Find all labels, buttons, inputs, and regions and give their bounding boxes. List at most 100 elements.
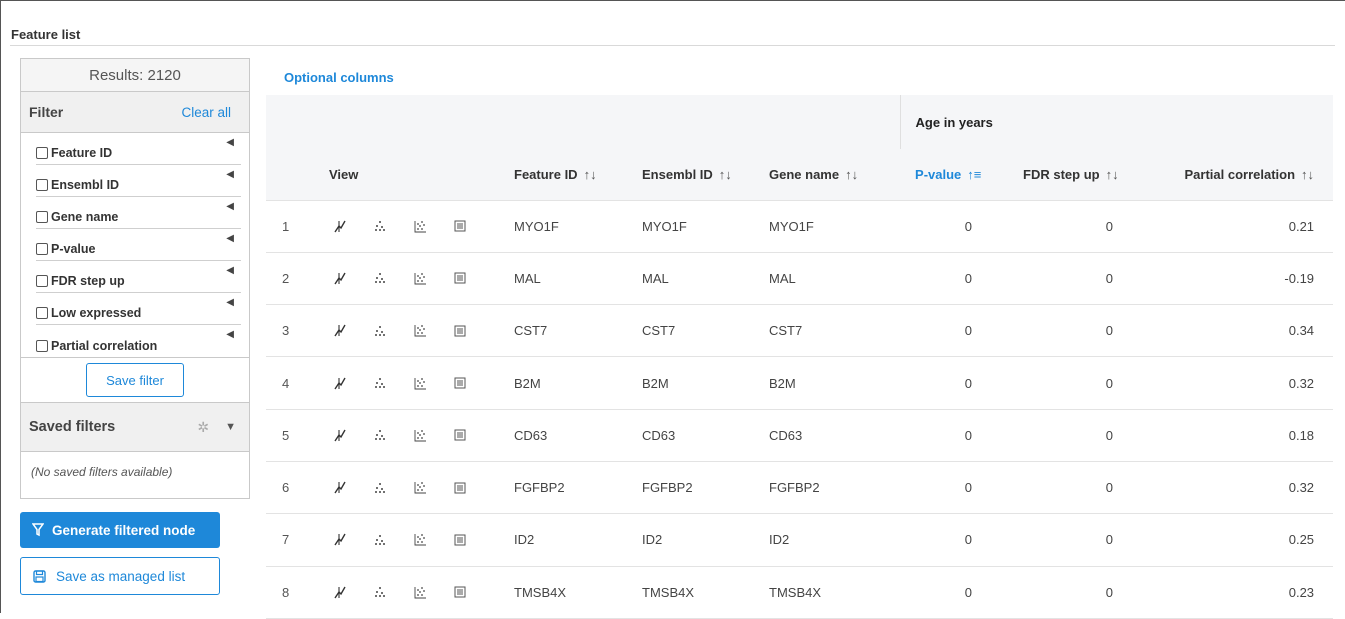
dot-plot-icon[interactable] [334, 429, 374, 442]
dot-plot-icon[interactable] [334, 377, 374, 390]
scatter-plot-icon[interactable] [374, 534, 414, 546]
chevron-left-icon[interactable]: ◀ [226, 137, 241, 148]
dot-plot-icon[interactable] [334, 586, 374, 599]
volcano-plot-icon[interactable] [414, 377, 454, 390]
cell-fdr: 0 [1014, 409, 1146, 462]
scatter-plot-icon[interactable] [374, 482, 414, 494]
table-row[interactable]: 7 ID2 ID2 ID2 0 0 0.25 [266, 513, 1334, 567]
filter-item-label[interactable]: P-value [36, 229, 95, 260]
scatter-plot-icon[interactable] [374, 272, 414, 284]
filter-checkbox[interactable] [36, 243, 48, 255]
generate-filtered-node-button[interactable]: Generate filtered node [20, 512, 220, 548]
volcano-plot-icon[interactable] [414, 272, 454, 285]
dot-plot-icon[interactable] [334, 481, 374, 494]
dot-plot-icon[interactable] [334, 324, 374, 337]
sort-icon[interactable]: ↑↓ [584, 167, 597, 182]
scatter-plot-icon[interactable] [374, 220, 414, 232]
chevron-left-icon[interactable]: ◀ [226, 233, 241, 244]
volcano-plot-icon[interactable] [414, 481, 454, 494]
filter-checkbox[interactable] [36, 340, 48, 352]
chevron-left-icon[interactable]: ◀ [226, 201, 241, 212]
filter-item-label[interactable]: Partial correlation [36, 325, 157, 357]
row-view-icons [313, 200, 504, 253]
chevron-down-icon[interactable]: ▼ [225, 421, 236, 433]
filter-item[interactable]: Gene name ◀ [36, 197, 241, 229]
save-filter-button[interactable]: Save filter [86, 363, 184, 397]
dot-plot-icon[interactable] [334, 272, 374, 285]
filter-item[interactable]: Partial correlation ◀ [36, 325, 241, 357]
scatter-plot-icon[interactable] [374, 429, 414, 441]
details-list-icon[interactable] [454, 272, 494, 284]
sort-icon[interactable]: ↑↓ [719, 167, 732, 182]
chevron-left-icon[interactable]: ◀ [226, 169, 241, 180]
scatter-plot-icon[interactable] [374, 325, 414, 337]
optional-columns-link[interactable]: Optional columns [284, 70, 394, 85]
table-row[interactable]: 6 FGFBP2 FGFBP2 FGFBP2 0 0 0.32 [266, 461, 1334, 515]
details-list-icon[interactable] [454, 534, 494, 546]
table-row[interactable]: 3 CST7 CST7 CST7 0 0 0.34 [266, 304, 1334, 358]
column-header-pvalue[interactable]: P-value ↑≡ [900, 149, 1015, 201]
sort-ascending-icon[interactable]: ↑≡ [967, 167, 981, 182]
filter-item-label[interactable]: Gene name [36, 197, 118, 228]
row-index: 7 [266, 513, 313, 567]
dot-plot-icon[interactable] [334, 220, 374, 233]
gear-icon[interactable]: ✲ [197, 419, 209, 436]
clear-all-link[interactable]: Clear all [181, 105, 231, 120]
sort-icon[interactable]: ↑↓ [845, 167, 858, 182]
saved-filters-header[interactable]: Saved filters ✲ ▼ [21, 403, 249, 452]
details-list-icon[interactable] [454, 586, 494, 598]
scatter-plot-icon[interactable] [374, 377, 414, 389]
sort-icon[interactable]: ↑↓ [1106, 167, 1119, 182]
volcano-plot-icon[interactable] [414, 429, 454, 442]
row-index: 5 [266, 409, 313, 462]
column-header-feature-id[interactable]: Feature ID ↑↓ [504, 149, 632, 201]
filter-item-text: Partial correlation [51, 339, 158, 353]
cell-fdr: 0 [1014, 252, 1146, 306]
chevron-left-icon[interactable]: ◀ [226, 329, 241, 340]
filter-item-text: Gene name [51, 210, 119, 224]
column-header-partial-correlation[interactable]: Partial correlation ↑↓ [1145, 149, 1334, 201]
row-index: 6 [266, 461, 313, 515]
details-list-icon[interactable] [454, 220, 494, 232]
column-header-ensembl-id[interactable]: Ensembl ID ↑↓ [632, 149, 759, 201]
cell-fdr: 0 [1014, 566, 1146, 619]
table-row[interactable]: 8 TMSB4X TMSB4X TMSB4X 0 0 0.23 [266, 566, 1334, 619]
sort-icon[interactable]: ↑↓ [1301, 167, 1314, 182]
save-managed-list-button[interactable]: Save as managed list [20, 557, 220, 595]
filter-item-label[interactable]: Ensembl ID [36, 165, 119, 196]
scatter-plot-icon[interactable] [374, 586, 414, 598]
filter-item[interactable]: FDR step up ◀ [36, 261, 241, 293]
table-row[interactable]: 2 MAL MAL MAL 0 0 -0.19 [266, 252, 1334, 306]
group-header-age: Age in years [899, 95, 1334, 149]
details-list-icon[interactable] [454, 325, 494, 337]
volcano-plot-icon[interactable] [414, 324, 454, 337]
chevron-left-icon[interactable]: ◀ [226, 297, 241, 308]
table-row[interactable]: 1 MYO1F MYO1F MYO1F 0 0 0.21 [266, 200, 1334, 253]
column-header-partial-correlation-label: Partial correlation [1184, 166, 1296, 182]
filter-item-label[interactable]: Low expressed [36, 293, 141, 324]
details-list-icon[interactable] [454, 429, 494, 441]
row-index: 2 [266, 252, 313, 306]
filter-checkbox[interactable] [36, 147, 48, 159]
column-header-fdr[interactable]: FDR step up ↑↓ [1014, 149, 1146, 201]
filter-item-label[interactable]: FDR step up [36, 261, 125, 292]
filter-item[interactable]: Ensembl ID ◀ [36, 165, 241, 197]
filter-item-label[interactable]: Feature ID [36, 133, 112, 164]
filter-item[interactable]: Low expressed ◀ [36, 293, 241, 325]
filter-checkbox[interactable] [36, 275, 48, 287]
details-list-icon[interactable] [454, 377, 494, 389]
volcano-plot-icon[interactable] [414, 533, 454, 546]
filter-item[interactable]: P-value ◀ [36, 229, 241, 261]
volcano-plot-icon[interactable] [414, 586, 454, 599]
filter-checkbox[interactable] [36, 307, 48, 319]
table-row[interactable]: 5 CD63 CD63 CD63 0 0 0.18 [266, 409, 1334, 462]
column-header-gene-name[interactable]: Gene name ↑↓ [759, 149, 901, 201]
chevron-left-icon[interactable]: ◀ [226, 265, 241, 276]
filter-item[interactable]: Feature ID ◀ [36, 133, 241, 165]
dot-plot-icon[interactable] [334, 533, 374, 546]
volcano-plot-icon[interactable] [414, 220, 454, 233]
details-list-icon[interactable] [454, 482, 494, 494]
filter-checkbox[interactable] [36, 211, 48, 223]
table-row[interactable]: 4 B2M B2M B2M 0 0 0.32 [266, 356, 1334, 410]
filter-checkbox[interactable] [36, 179, 48, 191]
